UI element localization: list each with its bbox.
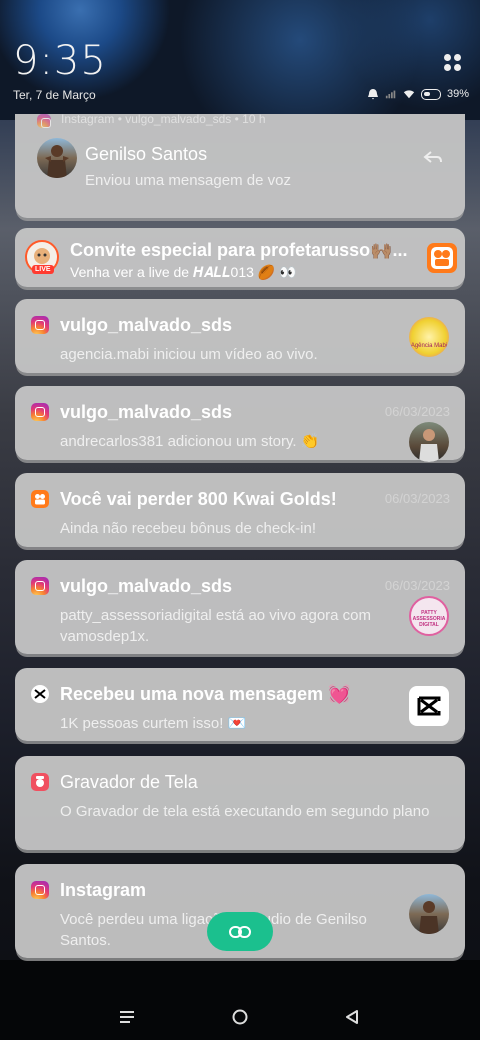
notification-body: Ainda não recebeu bônus de check-in! xyxy=(60,520,317,537)
notification-body: Venha ver a live de 𝑯𝑨𝑳𝑳013 🏉 👀 xyxy=(70,264,297,280)
live-badge: LIVE xyxy=(32,265,54,274)
clock: 9:35 xyxy=(13,38,107,84)
notification-header: Instagram • vulgo_malvado_sds • 10 h xyxy=(61,112,266,126)
back-icon xyxy=(346,1010,358,1024)
notification-body: O Gravador de tela está executando em se… xyxy=(60,803,430,820)
notification-screen-recorder[interactable]: Gravador de Tela O Gravador de tela está… xyxy=(15,756,465,850)
battery-level: 39% xyxy=(447,88,470,100)
notification-kwai-golds[interactable]: Você vai perder 800 Kwai Golds! 06/03/20… xyxy=(15,473,465,547)
notification-title: vulgo_malvado_sds xyxy=(60,576,233,596)
notification-title: vulgo_malvado_sds xyxy=(60,402,233,422)
menu-nav-button[interactable] xyxy=(112,1002,142,1032)
avatar xyxy=(409,894,449,934)
capcut-small-icon xyxy=(31,685,49,703)
kwai-icon xyxy=(31,490,49,508)
notification-title: Genilso Santos xyxy=(85,144,208,164)
notification-title: Gravador de Tela xyxy=(60,772,198,792)
notification-kwai-live[interactable]: LIVE Convite especial para profetarusso🙌… xyxy=(15,228,465,287)
capcut-icon xyxy=(409,686,449,726)
instagram-icon xyxy=(37,114,51,128)
live-thumbnail: Agência Mabi xyxy=(409,317,449,357)
battery-icon xyxy=(421,88,441,100)
notification-instagram-live[interactable]: vulgo_malvado_sds agencia.mabi iniciou u… xyxy=(15,299,465,373)
kwai-icon xyxy=(427,243,457,273)
signal-icon xyxy=(385,90,396,99)
reply-icon[interactable] xyxy=(423,150,443,166)
notification-instagram-story[interactable]: vulgo_malvado_sds 06/03/2023 andrecarlos… xyxy=(15,386,465,462)
notification-title: Instagram xyxy=(60,880,147,900)
home-icon xyxy=(232,1009,248,1025)
notification-capcut[interactable]: Recebeu uma nova mensagem 💓 1K pessoas c… xyxy=(15,668,465,741)
link-icon xyxy=(229,925,251,938)
link-button[interactable] xyxy=(207,912,273,951)
notification-title: Recebeu uma nova mensagem 💓 xyxy=(60,684,351,704)
notification-body: agencia.mabi iniciou um vídeo ao vivo. xyxy=(60,346,318,363)
notification-time: 06/03/2023 xyxy=(384,491,450,506)
instagram-icon xyxy=(31,881,49,899)
notification-instagram-live-2[interactable]: vulgo_malvado_sds 06/03/2023 patty_asses… xyxy=(15,560,465,654)
notification-body: andrecarlos381 adicionou um story. 👏 xyxy=(60,433,320,450)
notification-title: vulgo_malvado_sds xyxy=(60,315,233,335)
screen-recorder-icon xyxy=(31,773,49,791)
status-icons: 39% xyxy=(367,86,469,102)
menu-icon xyxy=(120,1011,134,1023)
home-nav-button[interactable] xyxy=(225,1002,255,1032)
notification-time: 06/03/2023 xyxy=(384,578,450,593)
live-thumbnail: PATTY ASSESSORIA DIGITAL xyxy=(409,596,449,636)
control-center-icon[interactable] xyxy=(444,54,462,72)
notification-body: Enviou uma mensagem de voz xyxy=(85,172,291,189)
notification-title: Você vai perder 800 Kwai Golds! xyxy=(60,489,337,509)
wifi-icon xyxy=(403,90,415,99)
instagram-icon xyxy=(31,316,49,334)
notification-time: 06/03/2023 xyxy=(384,404,450,419)
alarm-icon xyxy=(368,89,378,100)
notification-body: 1K pessoas curtem isso! 💌 xyxy=(60,715,247,732)
story-thumbnail xyxy=(409,422,449,462)
instagram-icon xyxy=(31,403,49,421)
avatar xyxy=(37,138,77,178)
date: Ter, 7 de Março xyxy=(13,88,96,102)
notification-title: Convite especial para profetarusso🙌🏽... xyxy=(70,240,408,260)
notification-body: patty_assessoriadigital está ao vivo ago… xyxy=(60,607,372,645)
instagram-icon xyxy=(31,577,49,595)
back-nav-button[interactable] xyxy=(337,1002,367,1032)
notification-instagram-voice[interactable]: Instagram • vulgo_malvado_sds • 10 h Gen… xyxy=(15,112,465,218)
